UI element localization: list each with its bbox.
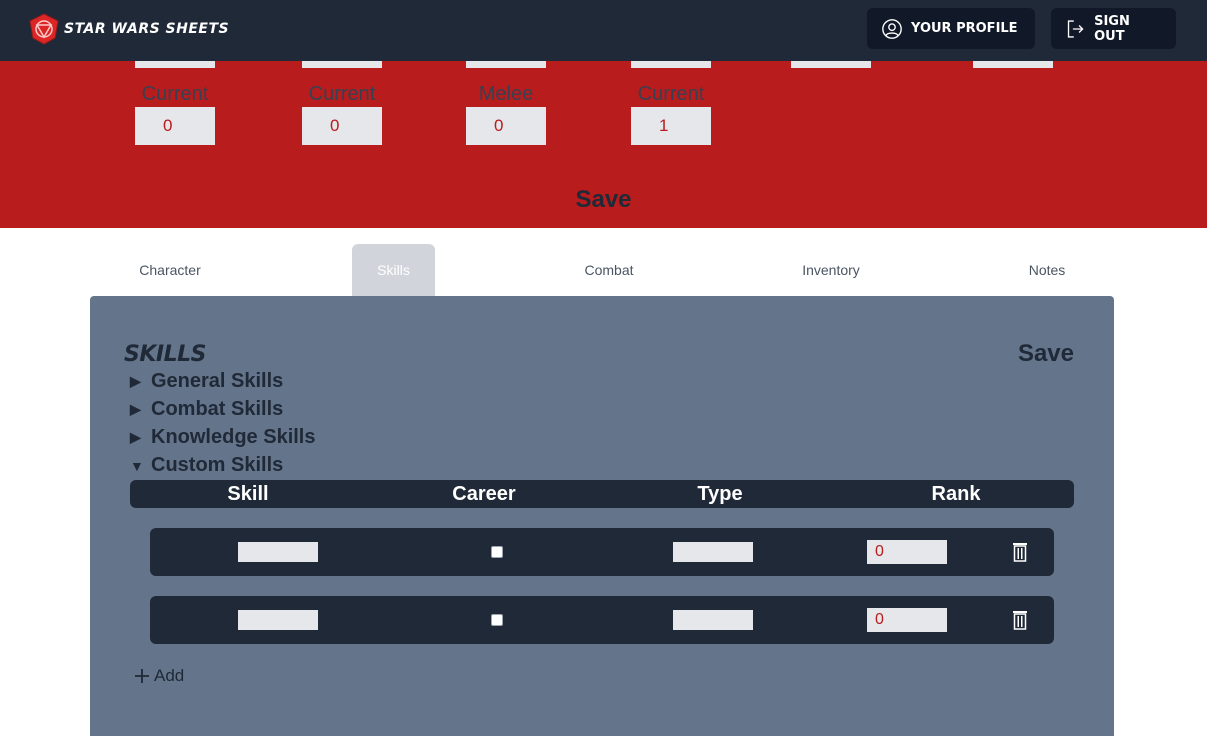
caret-right-icon: ▶ xyxy=(130,401,141,417)
section-knowledge-skills[interactable]: ▶ Knowledge Skills xyxy=(130,426,315,449)
skills-panel: SKILLS Save ▶ General Skills ▶ Combat Sk… xyxy=(90,296,1114,736)
stat-input[interactable] xyxy=(466,107,546,145)
custom-skills-header: Skill Career Type Rank xyxy=(130,480,1074,508)
user-circle-icon xyxy=(882,18,902,39)
tab-notes[interactable]: Notes xyxy=(1012,244,1082,296)
stat-label: Current xyxy=(637,83,705,105)
section-label: Knowledge Skills xyxy=(151,426,316,448)
stat-label: Current xyxy=(141,83,209,105)
trash-icon[interactable] xyxy=(1012,542,1028,562)
tab-skills[interactable]: Skills xyxy=(352,244,435,296)
skill-type-input[interactable] xyxy=(673,610,753,630)
career-checkbox[interactable] xyxy=(491,546,503,558)
logo-icon[interactable] xyxy=(28,13,60,45)
sheet-tabs: Character Skills Combat Inventory Notes xyxy=(90,244,1114,296)
stat-field: Current xyxy=(302,81,382,145)
column-career: Career xyxy=(452,483,516,505)
sign-out-button[interactable]: SIGN OUT xyxy=(1051,8,1176,49)
custom-skill-row xyxy=(150,596,1054,644)
caret-down-icon: ▼ xyxy=(130,457,144,474)
your-profile-label: YOUR PROFILE xyxy=(911,21,1018,36)
caret-right-icon: ▶ xyxy=(130,429,141,445)
section-custom-skills[interactable]: ▼ Custom Skills xyxy=(130,454,283,477)
save-stats-button[interactable]: Save xyxy=(0,186,1207,214)
stat-input[interactable] xyxy=(302,107,382,145)
column-rank: Rank xyxy=(931,483,981,505)
add-skill-button[interactable]: Add xyxy=(134,666,184,686)
stat-input[interactable] xyxy=(135,107,215,145)
rank-input[interactable] xyxy=(867,608,947,632)
skill-name-input[interactable] xyxy=(238,610,318,630)
trash-icon[interactable] xyxy=(1012,610,1028,630)
skills-title: SKILLS xyxy=(124,342,206,367)
sign-out-icon xyxy=(1067,19,1084,38)
custom-skill-row xyxy=(150,528,1054,576)
skill-name-input[interactable] xyxy=(238,542,318,562)
tab-character[interactable]: Character xyxy=(120,244,220,296)
section-combat-skills[interactable]: ▶ Combat Skills xyxy=(130,398,283,421)
tab-inventory[interactable]: Inventory xyxy=(786,244,876,296)
save-skills-button[interactable]: Save xyxy=(1018,340,1074,368)
stat-label: Current xyxy=(308,83,376,105)
tab-combat[interactable]: Combat xyxy=(564,244,654,296)
add-label: Add xyxy=(154,666,185,685)
stat-field: Melee xyxy=(466,81,546,145)
section-label: Combat Skills xyxy=(151,398,284,420)
navbar: STAR WARS SHEETS YOUR PROFILE SIGN OUT xyxy=(0,0,1207,61)
column-skill: Skill xyxy=(227,483,269,505)
stat-field: Current xyxy=(135,81,215,145)
caret-right-icon: ▶ xyxy=(130,373,141,389)
column-type: Type xyxy=(697,483,743,505)
plus-icon xyxy=(135,669,149,683)
sign-out-label: SIGN OUT xyxy=(1094,13,1130,44)
rank-input[interactable] xyxy=(867,540,947,564)
stat-field: Current xyxy=(631,81,711,145)
section-label: General Skills xyxy=(151,370,284,392)
career-checkbox[interactable] xyxy=(491,614,503,626)
stat-label: Melee xyxy=(478,83,534,105)
section-label: Custom Skills xyxy=(151,454,284,476)
your-profile-button[interactable]: YOUR PROFILE xyxy=(867,8,1035,49)
skill-type-input[interactable] xyxy=(673,542,753,562)
brand-name[interactable]: STAR WARS SHEETS xyxy=(64,21,229,37)
stat-input[interactable] xyxy=(631,107,711,145)
section-general-skills[interactable]: ▶ General Skills xyxy=(130,370,283,393)
